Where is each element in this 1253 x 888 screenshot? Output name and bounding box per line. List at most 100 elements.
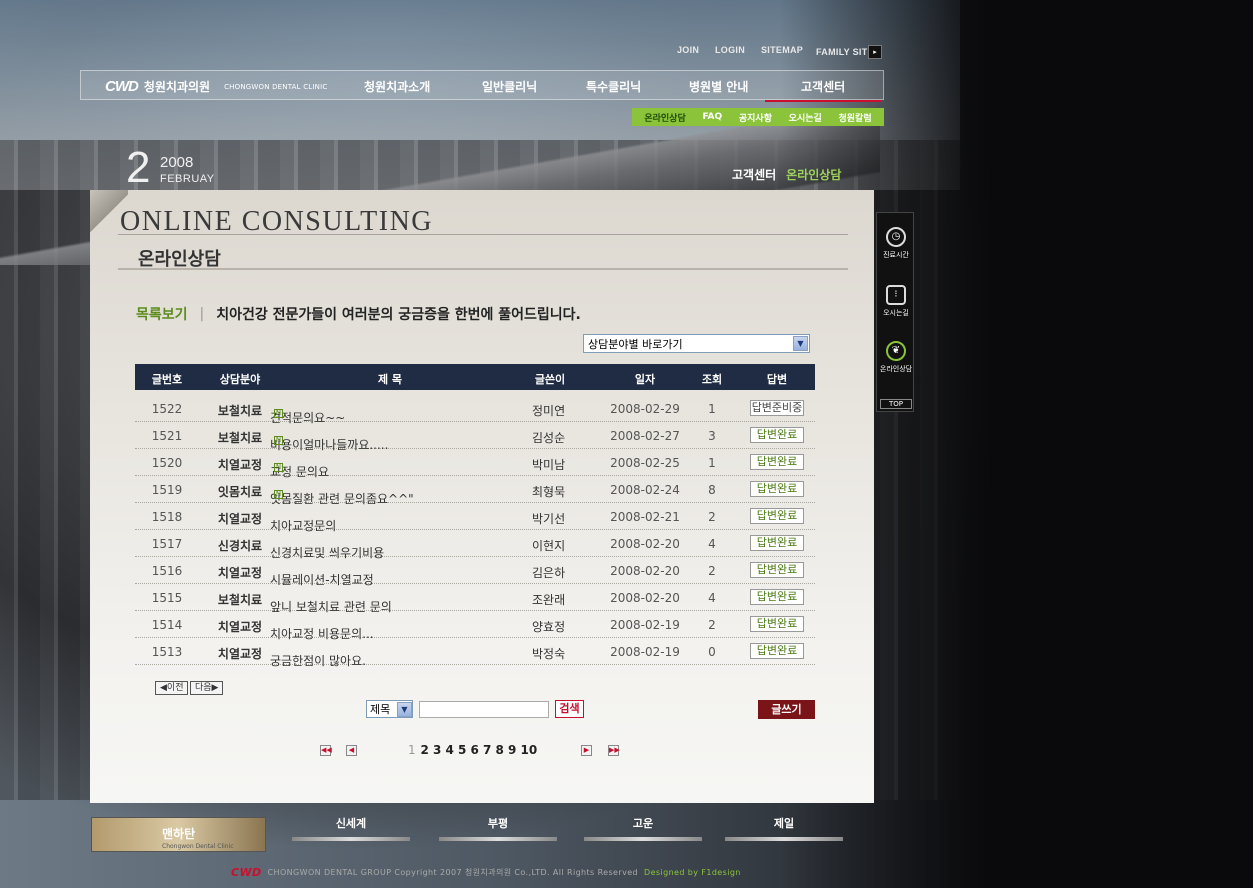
table-row[interactable]: 1516 치열교정 시뮬레이션-치열교정 김은하 2008-02-20 2 답변완료: [135, 557, 815, 587]
join-link[interactable]: JOIN: [677, 45, 699, 55]
row-answer-status[interactable]: 답변완료: [750, 616, 804, 632]
footer-logo: CWD: [231, 866, 262, 879]
row-answer-status[interactable]: 답변완료: [750, 454, 804, 470]
page-number[interactable]: 8: [496, 743, 504, 757]
col-title: 제 목: [377, 373, 403, 386]
clock-icon: ◷: [886, 227, 906, 247]
branch-link[interactable]: 부평: [438, 815, 558, 841]
table-row[interactable]: 1520 치열교정 교정 문의요 N 박미남 2008-02-25 1 답변완료: [135, 449, 815, 479]
sub-faq[interactable]: FAQ: [700, 112, 724, 122]
col-answer: 답변: [766, 373, 788, 386]
table-row[interactable]: 1522 보철치료 견적문의요~~ N 정미연 2008-02-29 1 답변준비중: [135, 395, 815, 425]
row-answer-status[interactable]: 답변완료: [750, 508, 804, 524]
row-hits: 2: [708, 510, 716, 524]
table-row[interactable]: 1521 보철치료 비용이얼마나들까요..... N 김성순 2008-02-27 3 답변완…: [135, 422, 815, 452]
row-author: 조완래: [532, 593, 566, 607]
next-button[interactable]: 다음▶: [190, 681, 224, 695]
category-select-value: 상담분야별 바로가기: [588, 337, 683, 351]
menu-special-clinic[interactable]: 특수클리닉: [586, 78, 641, 95]
category-select[interactable]: 상담분야별 바로가기 ▼: [583, 334, 810, 353]
row-date: 2008-02-19: [610, 618, 680, 632]
top-button[interactable]: TOP: [880, 399, 912, 409]
row-answer-status[interactable]: 답변완료: [750, 535, 804, 551]
chevron-down-icon[interactable]: ▼: [793, 336, 808, 351]
family-site-arrow-icon[interactable]: ▸: [868, 45, 882, 59]
row-answer-status[interactable]: 답변준비중: [750, 400, 804, 416]
search-input[interactable]: [419, 701, 549, 718]
quick-hours[interactable]: ◷ 진료시간: [877, 227, 915, 260]
row-date: 2008-02-20: [610, 591, 680, 605]
page-number[interactable]: 2: [421, 743, 429, 757]
first-page-icon[interactable]: ◀◀: [320, 745, 332, 756]
quick-consult[interactable]: ❦ 온라인상담: [877, 341, 915, 374]
menu-branch-info[interactable]: 병원별 안내: [689, 78, 748, 95]
row-category: 보철치료: [217, 404, 263, 418]
row-author: 양효정: [532, 620, 566, 634]
sub-nav: 온라인상담 FAQ 공지사항 오시는길 청원칼럼: [632, 108, 884, 126]
family-site-link[interactable]: FAMILY SITE: [816, 47, 874, 57]
quick-directions[interactable]: ⁝ 오시는길: [877, 285, 915, 318]
table-row[interactable]: 1514 치열교정 치아교정 비용문의... 양효정 2008-02-19 2 답변완료: [135, 611, 815, 641]
logo[interactable]: CWD 청원치과의원 CHONGWON DENTAL CLINIC: [105, 78, 327, 95]
table-row[interactable]: 1518 치열교정 치아교정문의 박기선 2008-02-21 2 답변완료: [135, 503, 815, 533]
footer-banner-sub: Chongwon Dental Clinic: [162, 843, 234, 850]
divider: [118, 268, 848, 270]
sub-online-consult[interactable]: 온라인상담: [642, 111, 687, 124]
leaf-icon: ❦: [886, 341, 906, 361]
table-row[interactable]: 1519 잇몸치료 잇몸질환 관련 문의좀요^^" N 최형묵 2008-02-24 8 답변…: [135, 476, 815, 506]
row-no: 1517: [151, 537, 183, 551]
page-number[interactable]: 3: [433, 743, 441, 757]
next-page-icon[interactable]: ▶: [581, 745, 592, 756]
search-button[interactable]: 검색: [555, 700, 584, 718]
row-author: 정미연: [532, 404, 566, 418]
page-number[interactable]: 4: [446, 743, 454, 757]
footer-banner[interactable]: 맨하탄 Chongwon Dental Clinic: [91, 817, 266, 852]
menu-customer-center[interactable]: 고객센터: [764, 78, 882, 102]
row-answer-status[interactable]: 답변완료: [750, 481, 804, 497]
page-number[interactable]: 9: [508, 743, 516, 757]
chevron-down-icon[interactable]: ▼: [397, 701, 412, 717]
main-nav: CWD 청원치과의원 CHONGWON DENTAL CLINIC 청원치과소개…: [80, 70, 884, 102]
table-row[interactable]: 1513 치열교정 궁금한점이 많아요. 박정숙 2008-02-19 0 답변완료: [135, 638, 815, 668]
page-number[interactable]: 1: [408, 743, 416, 757]
row-answer-status[interactable]: 답변완료: [750, 643, 804, 659]
page-number[interactable]: 6: [471, 743, 479, 757]
last-page-icon[interactable]: ▶▶: [608, 745, 620, 756]
traffic-light-icon: ⁝: [886, 285, 906, 305]
list-header: 목록보기 | 치아건강 전문가들이 여러분의 궁금증을 한번에 풀어드립니다.: [136, 304, 581, 324]
menu-about[interactable]: 청원치과소개: [364, 78, 430, 95]
breadcrumb-section[interactable]: 고객센터: [732, 168, 776, 182]
branch-link[interactable]: 신세계: [291, 815, 411, 841]
menu-general-clinic[interactable]: 일반클리닉: [482, 78, 537, 95]
sub-directions[interactable]: 오시는길: [787, 111, 824, 124]
divider: [118, 234, 848, 235]
date-display: 2 2008 FEBRUAY: [126, 146, 214, 190]
col-category: 상담분야: [219, 373, 261, 386]
row-hits: 4: [708, 591, 716, 605]
row-hits: 1: [708, 456, 716, 470]
page-number[interactable]: 5: [458, 743, 466, 757]
branch-link[interactable]: 고운: [583, 815, 703, 841]
quick-directions-label: 오시는길: [883, 309, 909, 317]
sitemap-link[interactable]: SITEMAP: [761, 45, 803, 55]
row-answer-status[interactable]: 답변완료: [750, 562, 804, 578]
page-number[interactable]: 10: [521, 743, 538, 757]
table-row[interactable]: 1515 보철치료 앞니 보철치료 관련 문의 조완래 2008-02-20 4 답변완료: [135, 584, 815, 614]
login-link[interactable]: LOGIN: [715, 45, 745, 55]
row-answer-status[interactable]: 답변완료: [750, 589, 804, 605]
page-number[interactable]: 7: [483, 743, 491, 757]
sub-notice[interactable]: 공지사항: [737, 111, 774, 124]
write-button[interactable]: 글쓰기: [758, 700, 815, 719]
prev-button[interactable]: ◀이전: [155, 681, 189, 695]
search-field-value: 제목: [370, 703, 391, 716]
logo-name: 청원치과의원: [143, 80, 211, 94]
table-row[interactable]: 1517 신경치료 신경치료및 씌우기비용 이현지 2008-02-20 4 답변완료: [135, 530, 815, 560]
breadcrumb: 고객센터 온라인상담: [732, 166, 841, 183]
prev-page-icon[interactable]: ◀: [346, 745, 357, 756]
row-category: 잇몸치료: [217, 485, 263, 499]
row-answer-status[interactable]: 답변완료: [750, 427, 804, 443]
row-hits: 3: [708, 429, 716, 443]
branch-link[interactable]: 제일: [724, 815, 844, 841]
sub-column[interactable]: 청원칼럼: [836, 111, 873, 124]
search-field-select[interactable]: 제목 ▼: [366, 700, 413, 718]
